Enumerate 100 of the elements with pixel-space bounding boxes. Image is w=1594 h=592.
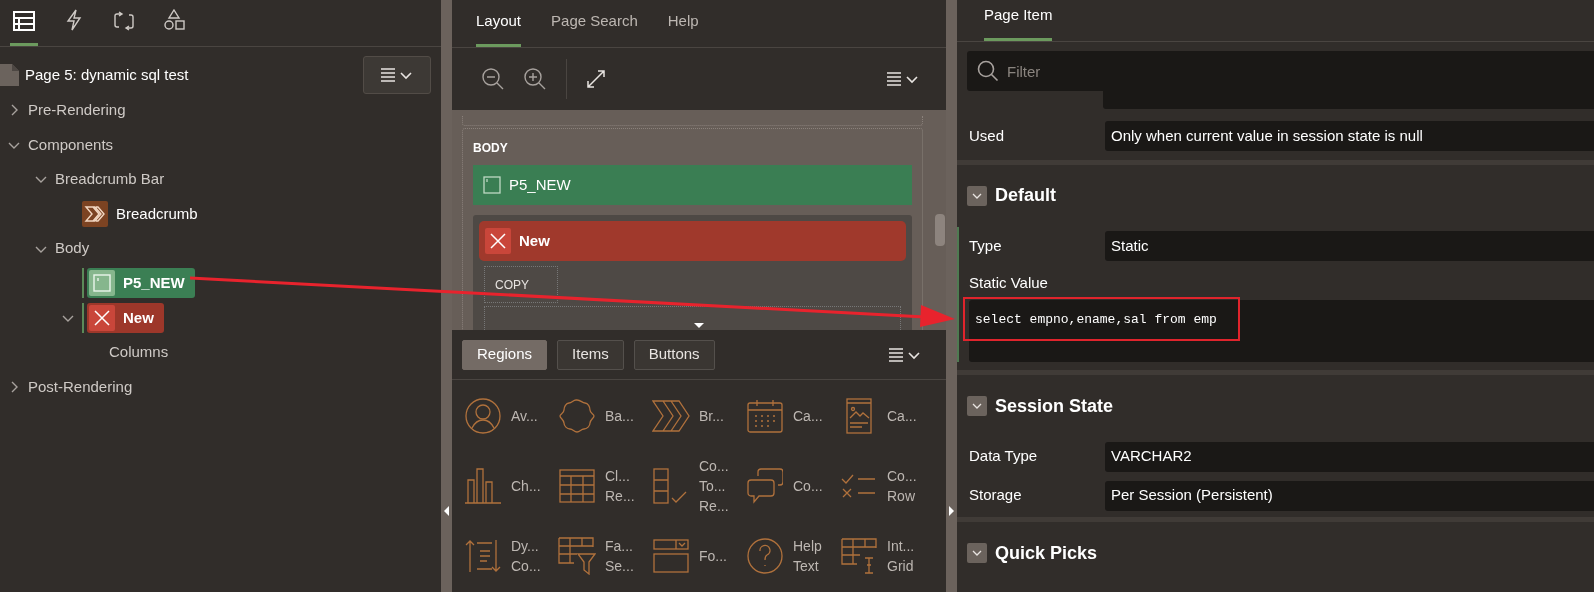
gallery-item[interactable]: Co... To... Re... (652, 456, 746, 516)
filter-field[interactable]: Filter (967, 51, 1594, 92)
gallery-item-label: Ba... (605, 407, 634, 426)
gallery-item[interactable]: Co... (746, 456, 840, 516)
chat-bubbles-icon (746, 468, 783, 504)
layout-icon (13, 11, 35, 31)
table-icon (558, 469, 595, 503)
chevrons-icon (651, 400, 690, 432)
menu-button[interactable] (886, 71, 920, 87)
gallery-item-label: Re... (699, 497, 729, 516)
collapse-handle-icon[interactable] (444, 506, 449, 516)
gallery-item[interactable]: Co... Row (840, 456, 934, 516)
menu-button[interactable] (363, 56, 431, 94)
gallery-item-label: Row (887, 487, 916, 506)
scrollbar-thumb[interactable] (935, 214, 945, 246)
collapse-handle-icon[interactable] (694, 323, 704, 328)
gallery-item[interactable]: Fo... (652, 526, 746, 586)
gallery-item[interactable]: Av... (464, 386, 558, 446)
property-field[interactable]: Only when current value in session state is null (1105, 121, 1594, 151)
gallery-item-label: Ca... (887, 407, 917, 426)
shapes-icon (163, 9, 185, 31)
tree-node[interactable]: P5_NEW (87, 268, 195, 299)
property-label: Type (969, 235, 1003, 256)
gallery-item-label: Ca... (793, 407, 823, 426)
gallery-item-label: Re... (605, 487, 635, 506)
menu-icon (888, 346, 922, 363)
gallery-item-label: Dy... (511, 537, 540, 556)
gallery-item[interactable]: Fa... Se... (558, 526, 652, 586)
field-icon (483, 176, 501, 194)
section-toggle[interactable] (967, 543, 987, 563)
card-icon (845, 398, 872, 434)
gallery-item-label: Text (793, 557, 820, 576)
tab[interactable]: Items (557, 339, 624, 370)
page-icon (0, 64, 19, 86)
tree-node[interactable]: Body (55, 237, 90, 260)
tab[interactable]: Page Item (984, 3, 1053, 42)
gallery-item[interactable]: Cl... Re... (558, 456, 652, 516)
tree-node[interactable]: Columns (109, 341, 169, 364)
tree-node[interactable]: Breadcrumb Bar (55, 168, 165, 191)
gallery-item-label: Cl... (605, 467, 631, 486)
page-item-block[interactable]: P5_NEW (473, 165, 912, 205)
search-icon (977, 60, 999, 83)
tab[interactable] (10, 11, 38, 46)
section-label: BODY (473, 140, 509, 157)
expand-icon[interactable] (587, 70, 605, 88)
copy-button[interactable]: COPY (484, 266, 558, 303)
menu-icon (886, 71, 920, 87)
gallery-item-label: Co... (699, 457, 729, 476)
close-icon (485, 228, 511, 254)
property-label: Static Value (969, 272, 1049, 293)
page-title: Page 5: dynamic sql test (25, 64, 189, 85)
gallery-item[interactable]: Help Text (746, 526, 840, 586)
zoom-in-icon[interactable] (524, 68, 546, 90)
gallery-item[interactable]: Int... Grid (840, 526, 934, 586)
checklist-icon (652, 468, 689, 504)
gallery-item[interactable]: Dy... Co... (464, 526, 558, 586)
property-label: Used (969, 125, 1006, 146)
tree-node[interactable]: New (87, 302, 164, 333)
calendar-icon (746, 399, 783, 433)
tab[interactable]: Buttons (633, 339, 715, 370)
gallery-item-label: Grid (887, 557, 915, 576)
tree-node[interactable]: Pre-Rendering (28, 99, 126, 122)
tab[interactable]: Page Search (551, 9, 638, 47)
lightning-icon (65, 9, 83, 31)
zoom-out-icon[interactable] (482, 68, 504, 90)
gallery-item[interactable]: Ba... (558, 386, 652, 446)
section-title: Session State (995, 394, 1114, 418)
section-title: Quick Picks (995, 541, 1098, 565)
section-toggle[interactable] (967, 185, 987, 206)
property-field[interactable]: Static (1105, 231, 1594, 261)
tree-node[interactable]: Breadcrumb (116, 202, 198, 226)
section-toggle[interactable] (967, 396, 987, 416)
gallery-item-label: To... (699, 477, 727, 496)
property-field[interactable]: Per Session (Persistent) (1105, 480, 1594, 511)
gallery-item[interactable]: Br... (652, 386, 746, 446)
region-title: New (519, 230, 550, 251)
tree-node[interactable]: Components (28, 133, 114, 157)
collapse-handle-icon[interactable] (949, 506, 954, 516)
gallery-item-label: Help (793, 537, 822, 556)
property-field[interactable]: VARCHAR2 (1105, 441, 1594, 472)
tab[interactable]: Layout (476, 9, 522, 47)
tree-node[interactable]: Post-Rendering (28, 375, 133, 399)
item-label: P5_NEW (509, 174, 571, 195)
gallery-item-label: Fa... (605, 537, 634, 556)
tab[interactable]: Help (667, 9, 699, 47)
gallery-item[interactable]: Ch... (464, 456, 558, 516)
form-icon (652, 539, 689, 573)
help-icon (746, 538, 783, 574)
menu-button[interactable] (888, 346, 922, 363)
gallery-item[interactable]: Ca... (746, 386, 840, 446)
tab[interactable]: Regions (462, 339, 548, 370)
gallery-item-label: Ch... (511, 477, 541, 496)
cycle-icon (113, 11, 135, 31)
field-icon (89, 270, 115, 297)
gallery-item-label: Se... (605, 557, 634, 576)
gallery-item-label: Co... (793, 477, 823, 496)
gallery-item-label: Br... (699, 407, 724, 426)
menu-icon (380, 67, 414, 83)
gallery-item[interactable]: Ca... (840, 386, 934, 446)
region-block[interactable]: New COPY (473, 215, 912, 330)
